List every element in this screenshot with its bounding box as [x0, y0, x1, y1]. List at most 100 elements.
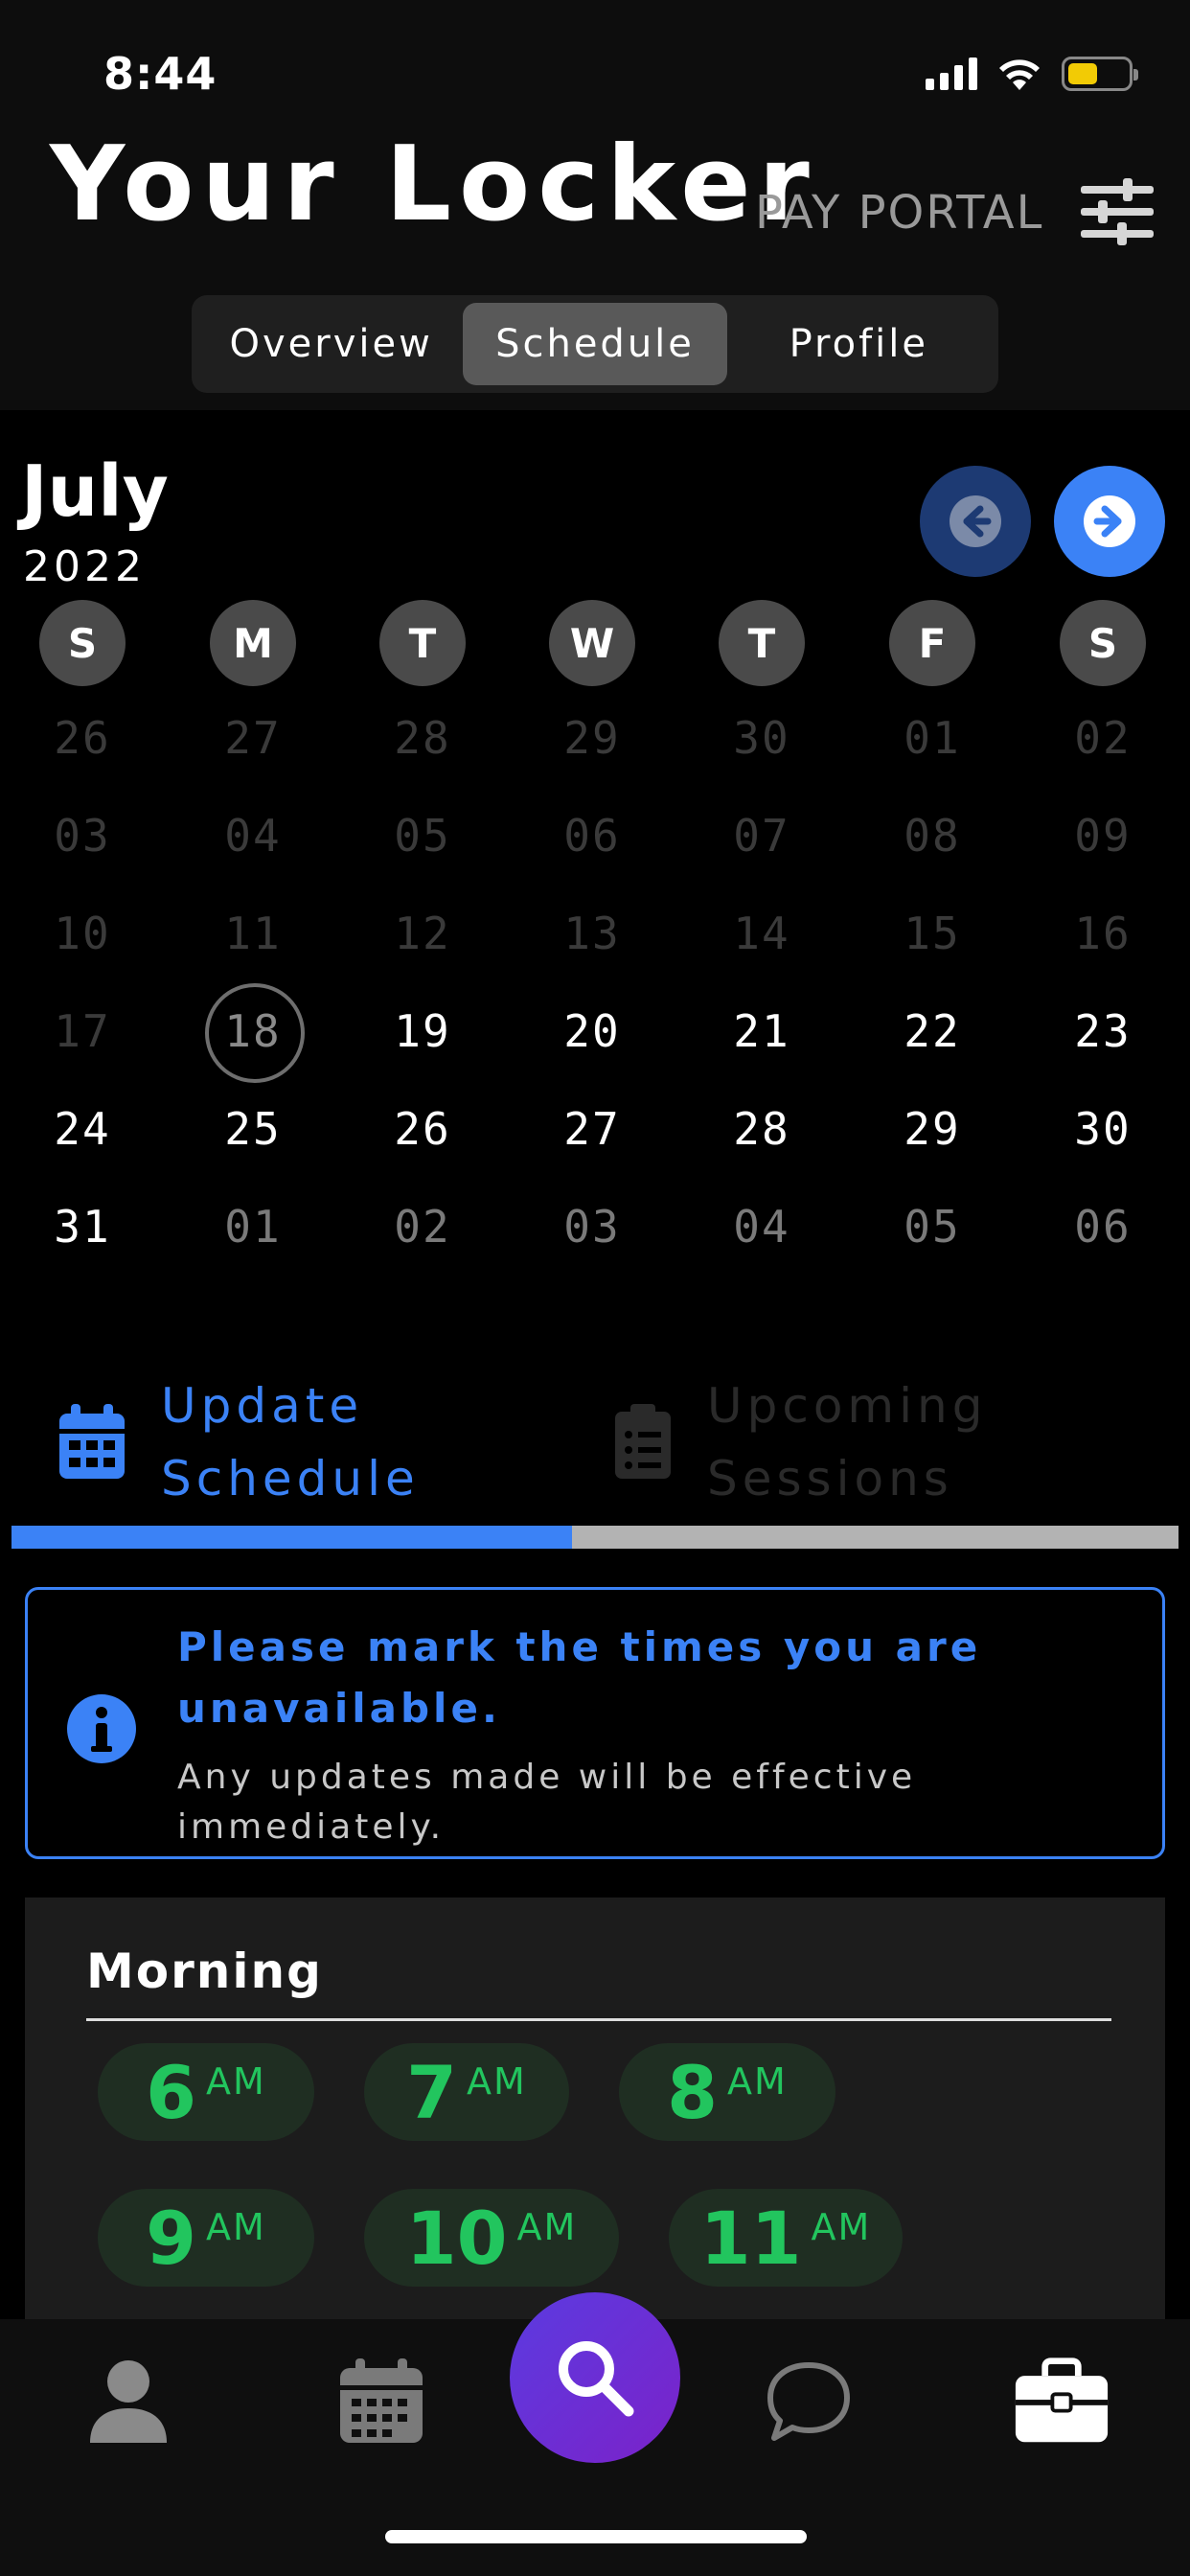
time-slot-8am[interactable]: 8 AM — [619, 2043, 835, 2141]
slot-hour: 10 — [405, 2195, 508, 2281]
section-progress-bar — [11, 1526, 1179, 1549]
arrow-right-icon — [1084, 495, 1135, 547]
slot-period: AM — [467, 2060, 527, 2103]
calendar-day[interactable]: 26 — [355, 1081, 490, 1177]
nav-calendar-button[interactable] — [333, 2354, 429, 2450]
chat-icon — [767, 2362, 850, 2441]
calendar-day-today[interactable]: 18 — [186, 983, 320, 1083]
tab-profile[interactable]: Profile — [727, 303, 991, 385]
calendar-day[interactable]: 27 — [525, 1081, 659, 1177]
battery-icon — [1062, 57, 1138, 91]
search-icon — [559, 2341, 634, 2417]
calendar-day[interactable]: 06 — [1036, 1179, 1170, 1275]
calendar-day: 28 — [394, 712, 451, 764]
time-slot-11am[interactable]: 11 AM — [669, 2189, 903, 2287]
weekday-label: T — [379, 600, 466, 686]
nav-locker-button[interactable] — [1014, 2354, 1110, 2450]
status-icons — [926, 56, 1138, 92]
tab-overview[interactable]: Overview — [199, 303, 463, 385]
tab-schedule[interactable]: Schedule — [463, 303, 727, 385]
calendar-day: 17 — [54, 1005, 111, 1057]
calendar-day[interactable]: 21 — [695, 983, 829, 1079]
previous-month-button[interactable] — [920, 466, 1031, 577]
segmented-tabs: Overview Schedule Profile — [192, 295, 998, 393]
weekday-label: F — [889, 600, 975, 686]
upcoming-sessions-tab[interactable]: Upcoming Sessions — [613, 1361, 987, 1524]
calendar-day[interactable]: 28 — [695, 1081, 829, 1177]
calendar-day[interactable]: 29 — [865, 1081, 999, 1177]
calendar-day[interactable]: 02 — [355, 1179, 490, 1275]
search-button[interactable] — [510, 2292, 680, 2463]
calendar-day[interactable]: 04 — [695, 1179, 829, 1275]
calendar-month: July — [21, 450, 169, 533]
upcoming-label-line2: Sessions — [707, 1451, 953, 1506]
upcoming-sessions-label: Upcoming Sessions — [707, 1369, 987, 1515]
calendar-day: 06 — [563, 810, 621, 862]
calendar-day: 05 — [394, 810, 451, 862]
info-submessage: Any updates made will be effective immed… — [177, 1758, 917, 1847]
section-progress-fill — [11, 1526, 572, 1549]
calendar-day: 02 — [1074, 712, 1132, 764]
calendar-icon — [340, 2358, 423, 2443]
calendar-day: 29 — [563, 712, 621, 764]
calendar-day: 10 — [54, 908, 111, 959]
slot-period: AM — [206, 2206, 266, 2248]
info-icon — [67, 1694, 136, 1763]
status-time: 8:44 — [103, 48, 217, 100]
update-label-line1: Update — [161, 1378, 364, 1434]
next-month-button[interactable] — [1054, 466, 1165, 577]
calendar-day: 01 — [904, 712, 961, 764]
calendar-day[interactable]: 20 — [525, 983, 659, 1079]
slot-hour: 7 — [406, 2049, 458, 2135]
calendar-day[interactable]: 23 — [1036, 983, 1170, 1079]
calendar-day: 09 — [1074, 810, 1132, 862]
calendar-day: 07 — [733, 810, 790, 862]
slot-period: AM — [727, 2060, 788, 2103]
pay-portal-link[interactable]: PAY PORTAL — [755, 186, 1043, 240]
briefcase-icon — [1015, 2358, 1109, 2443]
upcoming-label-line1: Upcoming — [707, 1378, 988, 1434]
morning-title: Morning — [86, 1944, 323, 1999]
calendar-day[interactable]: 05 — [865, 1179, 999, 1275]
home-indicator — [385, 2530, 807, 2543]
calendar-day[interactable]: 22 — [865, 983, 999, 1079]
calendar-day[interactable]: 24 — [15, 1081, 149, 1177]
nav-profile-button[interactable] — [80, 2354, 176, 2450]
nav-messages-button[interactable] — [761, 2354, 857, 2450]
calendar-day[interactable]: 25 — [186, 1081, 320, 1177]
calendar-day: 13 — [563, 908, 621, 959]
calendar-day: 12 — [394, 908, 451, 959]
divider — [86, 2018, 1111, 2021]
update-schedule-tab[interactable]: Update Schedule — [57, 1361, 420, 1524]
slot-period: AM — [516, 2206, 578, 2248]
calendar-day[interactable]: 30 — [1036, 1081, 1170, 1177]
page-title: Your Locker — [50, 125, 817, 244]
calendar-day[interactable]: 19 — [355, 983, 490, 1079]
person-icon — [90, 2360, 167, 2443]
time-slot-6am[interactable]: 6 AM — [98, 2043, 314, 2141]
calendar-day: 15 — [904, 908, 961, 959]
calendar-day[interactable]: 01 — [186, 1179, 320, 1275]
calendar-day: 27 — [224, 712, 282, 764]
weekday-label: M — [210, 600, 296, 686]
time-slot-10am[interactable]: 10 AM — [364, 2189, 619, 2287]
weekday-label: S — [39, 600, 126, 686]
header: 8:44 Your Locker PAY PORTAL Overview Sch… — [0, 0, 1190, 410]
calendar-grid: 26 27 28 29 30 01 02 03 04 05 06 07 08 09 10 11 12 13 14 15… — [0, 690, 1190, 1284]
sliders-icon[interactable] — [1079, 178, 1156, 245]
calendar-day[interactable]: 03 — [525, 1179, 659, 1275]
time-slot-7am[interactable]: 7 AM — [364, 2043, 569, 2141]
slot-hour: 6 — [146, 2049, 197, 2135]
info-message: Please mark the times you are unavailabl… — [177, 1623, 982, 1732]
calendar-day[interactable]: 31 — [15, 1179, 149, 1275]
calendar-icon — [59, 1404, 125, 1479]
calendar-day: 26 — [54, 712, 111, 764]
calendar-year: 2022 — [23, 542, 146, 591]
wifi-icon — [999, 59, 1040, 90]
calendar-day: 04 — [224, 810, 282, 862]
weekday-header: S M T W T F S — [0, 600, 1190, 686]
time-slot-9am[interactable]: 9 AM — [98, 2189, 314, 2287]
slot-period: AM — [206, 2060, 266, 2103]
calendar-day: 03 — [54, 810, 111, 862]
morning-panel: Morning 6 AM 7 AM 8 AM 9 AM 10 AM 11 AM — [25, 1898, 1165, 2319]
